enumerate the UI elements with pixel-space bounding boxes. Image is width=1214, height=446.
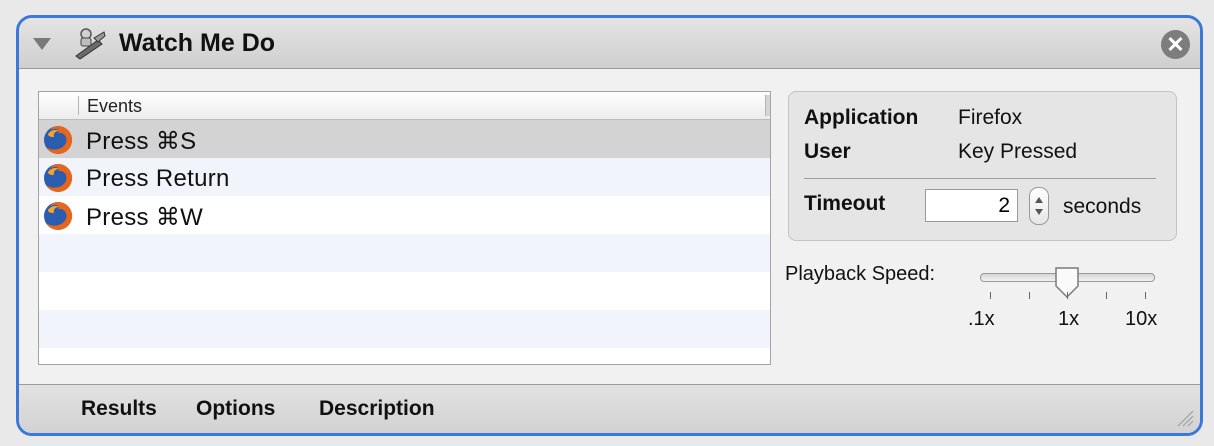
action-footer: Results Options Description — [19, 384, 1200, 433]
events-column-header[interactable]: Events — [87, 96, 142, 117]
slider-tick — [1106, 292, 1107, 299]
event-label: Press ⌘S — [86, 128, 197, 155]
empty-row — [39, 272, 770, 310]
timeout-stepper[interactable] — [1029, 187, 1049, 225]
timeout-unit: seconds — [1063, 195, 1142, 218]
column-divider — [78, 96, 79, 115]
details-divider — [804, 178, 1156, 179]
options-tab[interactable]: Options — [196, 397, 275, 421]
results-tab[interactable]: Results — [81, 397, 157, 421]
resize-grip-icon[interactable] — [1176, 409, 1194, 427]
action-title-bar: Watch Me Do ✕ — [19, 18, 1200, 69]
timeout-field[interactable] — [925, 189, 1018, 222]
firefox-icon — [44, 201, 73, 230]
empty-row — [39, 348, 770, 364]
event-details-box: Application Firefox User Key Pressed Tim… — [788, 91, 1177, 241]
table-row[interactable]: Press Return — [39, 158, 770, 196]
speed-tick-label-max: 10x — [1125, 308, 1158, 330]
slider-tick — [1145, 292, 1146, 299]
speed-tick-label-min: .1x — [968, 308, 995, 330]
action-title: Watch Me Do — [119, 29, 276, 57]
empty-row — [39, 310, 770, 348]
application-label: Application — [804, 106, 919, 129]
firefox-icon — [44, 163, 73, 192]
event-label: Press Return — [86, 165, 230, 192]
description-tab[interactable]: Description — [319, 397, 435, 421]
stepper-down-icon[interactable] — [1035, 209, 1043, 215]
column-resize-handle[interactable] — [765, 95, 770, 116]
speed-tick-label-mid: 1x — [1058, 308, 1080, 330]
table-row[interactable]: Press ⌘W — [39, 196, 770, 234]
watch-me-do-action-panel: Watch Me Do ✕ Events Press ⌘S Press Retu… — [16, 15, 1203, 436]
firefox-icon — [44, 125, 73, 154]
collapse-triangle-icon[interactable] — [33, 38, 51, 50]
playback-speed-label: Playback Speed: — [785, 263, 936, 285]
slider-tick — [990, 292, 991, 299]
event-label: Press ⌘W — [86, 204, 204, 231]
slider-tick — [1067, 292, 1068, 299]
slider-tick — [1029, 292, 1030, 299]
empty-row — [39, 234, 770, 272]
timeout-label: Timeout — [804, 192, 886, 215]
stepper-up-icon[interactable] — [1035, 197, 1043, 203]
close-icon[interactable]: ✕ — [1161, 30, 1190, 59]
events-table: Events Press ⌘S Press Return Press ⌘W — [38, 91, 771, 365]
user-label: User — [804, 140, 851, 163]
user-value: Key Pressed — [958, 140, 1078, 163]
table-header: Events — [39, 92, 770, 120]
application-value: Firefox — [958, 106, 1023, 129]
table-row[interactable]: Press ⌘S — [39, 120, 770, 158]
automator-robot-icon — [75, 28, 106, 60]
